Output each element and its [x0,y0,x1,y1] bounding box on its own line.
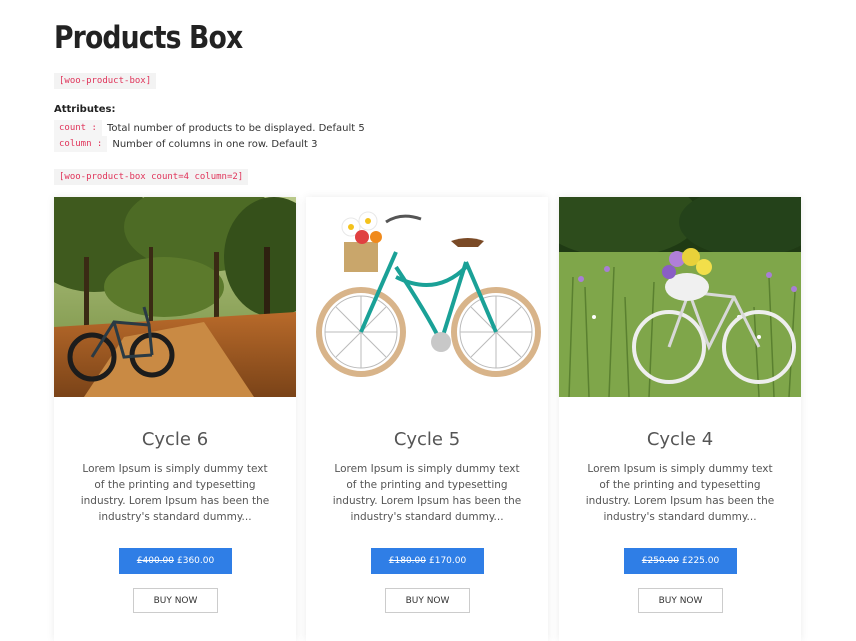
mountain-bike-forest-image[interactable] [54,197,296,397]
page: Products Box [woo-product-box] Attribute… [0,0,856,641]
current-price: £225.00 [682,556,720,566]
old-price: £400.00 [136,556,174,566]
attribute-name: count : [54,120,102,136]
buy-now-button[interactable]: BUY NOW [385,588,470,613]
product-title[interactable]: Cycle 5 [306,429,548,450]
attribute-row-column: column : Number of columns in one row. D… [54,136,318,152]
attribute-row-count: count : Total number of products to be d… [54,120,365,136]
shortcode-code: [woo-product-box] [54,73,157,89]
attributes-heading: Attributes: [54,104,116,115]
teal-cruiser-bike-image[interactable] [306,197,548,397]
product-grid: Cycle 6 Lorem Ipsum is simply dummy text… [54,197,801,641]
white-bike-meadow-image[interactable] [559,197,801,397]
price-button[interactable]: £400.00 £360.00 [119,548,232,574]
price-button[interactable]: £250.00 £225.00 [624,548,737,574]
product-description: Lorem Ipsum is simply dummy text of the … [80,463,270,523]
product-card: Cycle 6 Lorem Ipsum is simply dummy text… [54,197,296,641]
old-price: £180.00 [388,556,426,566]
example-shortcode-code: [woo-product-box count=4 column=2] [54,169,249,185]
buy-now-button[interactable]: BUY NOW [133,588,218,613]
product-card: Cycle 5 Lorem Ipsum is simply dummy text… [306,197,548,641]
attribute-description: Total number of products to be displayed… [106,122,365,134]
old-price: £250.00 [641,556,679,566]
product-card: Cycle 4 Lorem Ipsum is simply dummy text… [559,197,801,641]
price-button[interactable]: £180.00 £170.00 [371,548,484,574]
current-price: £170.00 [429,556,467,566]
product-title[interactable]: Cycle 4 [559,429,801,450]
page-title: Products Box [54,20,243,56]
product-description: Lorem Ipsum is simply dummy text of the … [585,463,775,523]
attribute-name: column : [54,136,108,152]
product-title[interactable]: Cycle 6 [54,429,296,450]
buy-now-button[interactable]: BUY NOW [638,588,723,613]
current-price: £360.00 [177,556,215,566]
product-description: Lorem Ipsum is simply dummy text of the … [332,463,522,523]
attribute-description: Number of columns in one row. Default 3 [112,138,318,150]
